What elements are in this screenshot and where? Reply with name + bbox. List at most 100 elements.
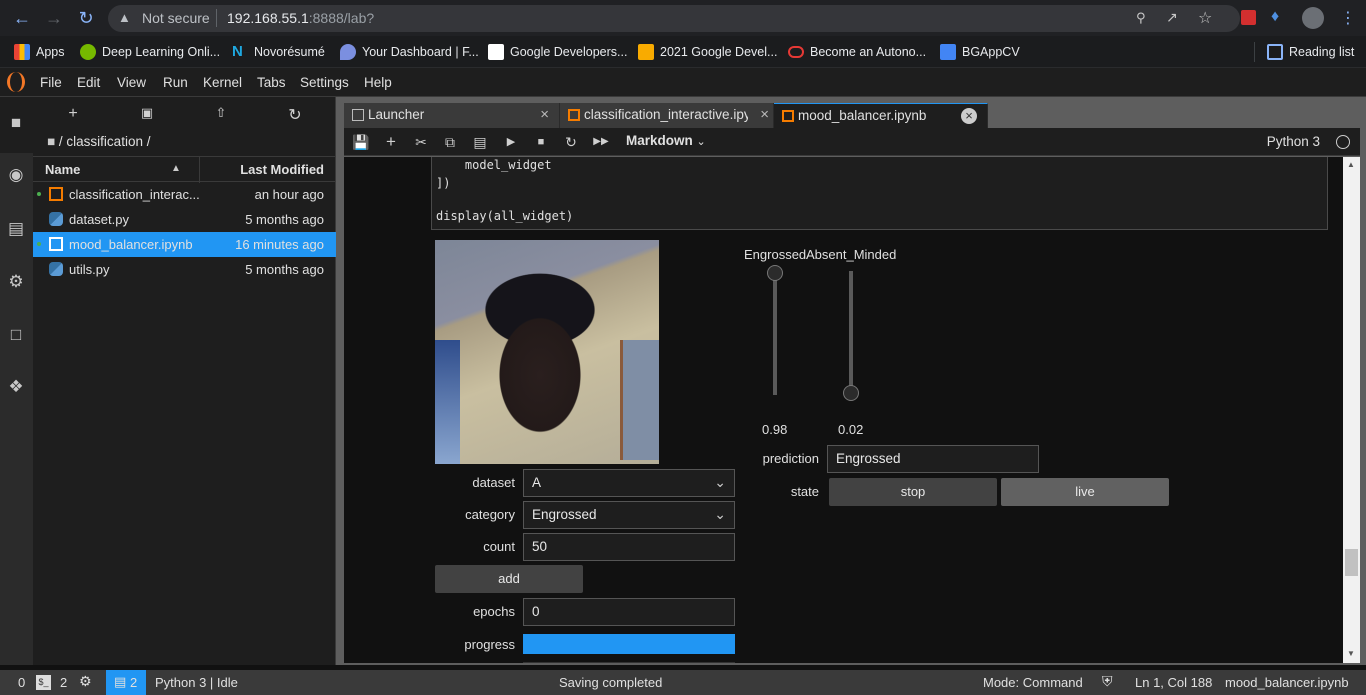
reload-icon[interactable]: ↻ bbox=[74, 6, 98, 30]
state-stop-button[interactable]: stop bbox=[829, 478, 997, 506]
menu-tabs[interactable]: Tabs bbox=[257, 75, 286, 90]
menu-file[interactable]: File bbox=[40, 75, 62, 90]
running-indicator bbox=[37, 242, 41, 246]
close-icon[interactable]: × bbox=[540, 106, 549, 123]
profile-avatar[interactable] bbox=[1302, 7, 1324, 29]
bookmark-bgappcv[interactable]: BGAppCV bbox=[940, 42, 1020, 62]
cell-type-select[interactable]: Markdown ⌄ bbox=[626, 133, 706, 148]
kernel-status[interactable]: Python 3 | Idle bbox=[155, 675, 238, 690]
bookmark-google-developers[interactable]: Google Developers... bbox=[488, 42, 627, 62]
terminal-icon[interactable]: $_ bbox=[36, 675, 51, 690]
open-tabs-indicator[interactable]: ▤ 2 bbox=[106, 670, 146, 695]
scrollbar-thumb[interactable] bbox=[1345, 549, 1358, 576]
notebook-toolbar: 💾 + ✂ ⧉ ▤ ▶ ■ ↻ ▶▶ Markdown ⌄ Python 3 bbox=[344, 128, 1360, 156]
reading-list[interactable]: Reading list bbox=[1267, 42, 1354, 62]
share-icon[interactable]: ↗ bbox=[1166, 9, 1178, 26]
epochs-input[interactable]: 0 bbox=[523, 598, 735, 626]
google-developers-icon bbox=[488, 44, 504, 60]
menu-edit[interactable]: Edit bbox=[77, 75, 100, 90]
folder-icon[interactable]: ■ bbox=[6, 113, 26, 133]
scroll-down-arrow-icon[interactable]: ▼ bbox=[1347, 649, 1355, 658]
refresh-icon[interactable]: ↻ bbox=[285, 105, 305, 124]
menu-view[interactable]: View bbox=[117, 75, 146, 90]
star-icon[interactable]: ☆ bbox=[1198, 8, 1212, 28]
breadcrumb[interactable]: ■ / classification / bbox=[47, 134, 150, 149]
close-icon[interactable]: × bbox=[760, 106, 769, 123]
tab-mood-balancer[interactable]: mood_balancer.ipynb × bbox=[774, 103, 988, 128]
new-folder-icon[interactable]: ▣ bbox=[137, 105, 157, 123]
notebook-scrollbar[interactable]: ▲ ▼ bbox=[1343, 157, 1360, 663]
property-inspector-gears-icon[interactable]: ⚙ bbox=[6, 272, 26, 292]
copy-icon[interactable]: ⧉ bbox=[441, 133, 459, 151]
save-icon[interactable]: 💾 bbox=[352, 133, 370, 151]
bookmark-dashboard[interactable]: Your Dashboard | F... bbox=[340, 42, 479, 62]
cut-scissors-icon[interactable]: ✂ bbox=[412, 133, 430, 151]
slider-handle[interactable] bbox=[843, 384, 859, 401]
insert-cell-plus-icon[interactable]: + bbox=[382, 133, 400, 151]
run-play-icon[interactable]: ▶ bbox=[502, 133, 520, 151]
scroll-up-arrow-icon[interactable]: ▲ bbox=[1347, 160, 1355, 169]
file-row[interactable]: classification_interac... an hour ago bbox=[33, 182, 336, 207]
category-dropdown[interactable]: Engrossed ⌄ bbox=[523, 501, 735, 529]
file-list-header: Name ▲ Last Modified bbox=[33, 156, 336, 183]
state-live-button[interactable]: live bbox=[1001, 478, 1169, 506]
epochs-label: epochs bbox=[473, 604, 515, 619]
slider-track[interactable] bbox=[773, 271, 777, 395]
upload-icon[interactable]: ⇧ bbox=[211, 105, 231, 123]
extension-red-icon[interactable] bbox=[1241, 10, 1256, 25]
kernel-chip-icon[interactable]: ⚙ bbox=[79, 673, 92, 690]
paste-clipboard-icon[interactable]: ▤ bbox=[471, 133, 489, 151]
bookmark-novoresume[interactable]: N Novorésumé bbox=[232, 42, 325, 62]
kernels-count[interactable]: 2 bbox=[60, 675, 67, 690]
menu-run[interactable]: Run bbox=[163, 75, 188, 90]
bookmark-autonomous[interactable]: Become an Autono... bbox=[788, 42, 926, 62]
column-last-modified[interactable]: Last Modified bbox=[240, 162, 324, 177]
file-row[interactable]: utils.py 5 months ago bbox=[33, 257, 336, 282]
column-divider[interactable] bbox=[199, 157, 200, 183]
command-palette-icon[interactable]: ▤ bbox=[6, 219, 26, 239]
count-input[interactable]: 50 bbox=[523, 533, 735, 561]
state-label: state bbox=[790, 484, 819, 499]
bookmark-apps[interactable]: Apps bbox=[14, 42, 65, 62]
add-button[interactable]: add bbox=[435, 565, 583, 593]
extensions-puzzle-icon[interactable]: ❖ bbox=[6, 377, 26, 397]
bookmark-2021-google[interactable]: 2021 Google Devel... bbox=[638, 42, 777, 62]
mode-indicator[interactable]: Mode: Command bbox=[983, 675, 1083, 690]
close-icon[interactable]: × bbox=[961, 108, 977, 124]
slider-track[interactable] bbox=[849, 271, 853, 395]
kernel-name[interactable]: Python 3 bbox=[1267, 134, 1320, 149]
cell-type-value: Markdown bbox=[626, 133, 693, 148]
file-name: utils.py bbox=[69, 262, 110, 277]
menu-help[interactable]: Help bbox=[364, 75, 392, 90]
column-name[interactable]: Name bbox=[45, 162, 80, 177]
new-launcher-plus-icon[interactable]: + bbox=[63, 105, 83, 123]
file-row[interactable]: dataset.py 5 months ago bbox=[33, 207, 336, 232]
tabs-panel-icon[interactable]: □ bbox=[6, 325, 26, 345]
key-icon[interactable]: ⚲ bbox=[1136, 10, 1146, 26]
trusted-shield-icon[interactable]: ⛨ bbox=[1102, 673, 1113, 690]
address-bar[interactable]: ▲ Not secure 192.168.55.1:8888/lab? ⚲ ↗ … bbox=[108, 5, 1240, 32]
bookmark-deep-learning[interactable]: Deep Learning Onli... bbox=[80, 42, 220, 62]
restart-icon[interactable]: ↻ bbox=[562, 133, 580, 151]
dataset-dropdown[interactable]: A ⌄ bbox=[523, 469, 735, 497]
tab-classification-interactive[interactable]: classification_interactive.ipyn × bbox=[560, 103, 774, 128]
cursor-position[interactable]: Ln 1, Col 188 bbox=[1135, 675, 1212, 690]
more-menu-icon[interactable]: ⋮ bbox=[1340, 8, 1356, 28]
running-sessions-icon[interactable]: ◉ bbox=[6, 165, 26, 185]
tab-launcher[interactable]: Launcher × bbox=[344, 103, 560, 128]
slider-handle[interactable] bbox=[767, 265, 783, 282]
stop-square-icon[interactable]: ■ bbox=[532, 133, 550, 151]
fast-forward-icon[interactable]: ▶▶ bbox=[592, 133, 610, 151]
running-indicator bbox=[37, 192, 41, 196]
window bbox=[620, 340, 659, 460]
menu-settings[interactable]: Settings bbox=[300, 75, 349, 90]
menu-kernel[interactable]: Kernel bbox=[203, 75, 242, 90]
back-icon[interactable]: ← bbox=[10, 6, 34, 30]
file-row[interactable]: mood_balancer.ipynb 16 minutes ago bbox=[33, 232, 336, 257]
forward-icon[interactable]: → bbox=[42, 6, 66, 30]
slider-label-absent-minded: Absent_Minded bbox=[806, 247, 897, 262]
prediction-field[interactable]: Engrossed bbox=[827, 445, 1039, 473]
extensions-puzzle-icon[interactable]: ♦ bbox=[1271, 8, 1279, 26]
code-cell[interactable]: model_widget ]) display(all_widget) bbox=[431, 157, 1328, 230]
terminals-count[interactable]: 0 bbox=[18, 675, 25, 690]
